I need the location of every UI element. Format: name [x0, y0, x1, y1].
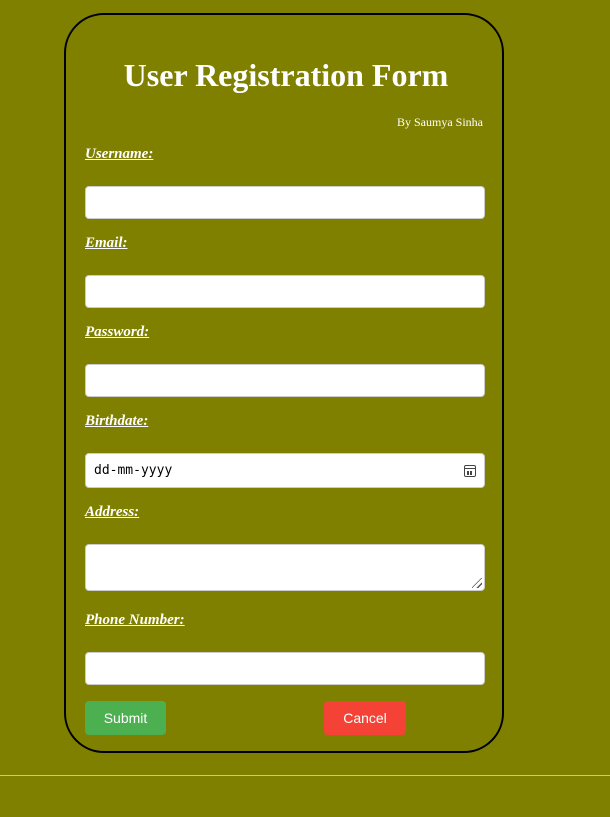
- registration-form-card: User Registration Form By Saumya Sinha U…: [64, 13, 504, 753]
- cancel-button[interactable]: Cancel: [324, 701, 406, 735]
- phone-input[interactable]: [85, 652, 485, 685]
- birthdate-input[interactable]: dd-mm-yyyy: [85, 453, 485, 488]
- author-byline: By Saumya Sinha: [397, 115, 483, 129]
- email-input[interactable]: [85, 275, 485, 308]
- username-input[interactable]: [85, 186, 485, 219]
- page: User Registration Form By Saumya Sinha U…: [0, 0, 610, 817]
- form-title: User Registration Form: [123, 57, 449, 93]
- address-textarea[interactable]: [85, 544, 485, 591]
- username-label: Username:: [85, 146, 154, 162]
- birthdate-placeholder: dd-mm-yyyy: [94, 463, 173, 478]
- phone-label: Phone Number:: [85, 612, 185, 628]
- submit-button[interactable]: Submit: [85, 701, 166, 735]
- password-label: Password:: [85, 324, 150, 340]
- calendar-icon[interactable]: [464, 464, 476, 477]
- email-label: Email:: [85, 235, 128, 251]
- password-input[interactable]: [85, 364, 485, 397]
- birthdate-label: Birthdate:: [85, 413, 149, 429]
- resize-handle-icon[interactable]: [472, 578, 482, 588]
- horizontal-rule: [0, 775, 610, 776]
- address-label: Address:: [85, 504, 140, 520]
